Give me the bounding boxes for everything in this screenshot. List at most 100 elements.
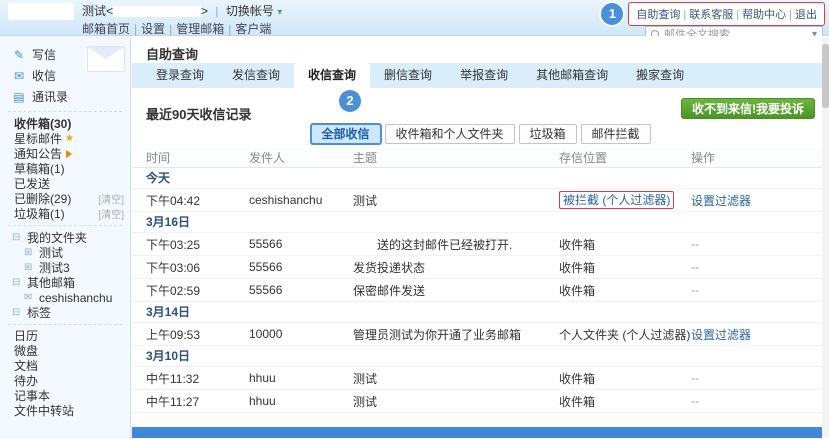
complaint-button[interactable]: 收不到来信!我要投诉 <box>681 98 815 119</box>
table-row[interactable]: 下午03:25 55566 送的这封邮件已经被打开. 收件箱 -- <box>132 233 822 256</box>
received-mail-table: 时间 发件人 主题 存信位置 操作 今天 下午04:42 ceshishanch… <box>132 148 822 425</box>
sidebar-item-folder-test3[interactable]: ⊞ 测试3 <box>0 260 130 275</box>
filter-blocked[interactable]: 邮件拦截 <box>581 124 651 144</box>
folder-tree: ⊟ 我的文件夹 ⊞ 测试 ⊞ 测试3 ⊟ 其他邮箱 ✉ ceshishanchu… <box>0 230 130 320</box>
table-row[interactable]: 下午02:59 55566 保密邮件发送 收件箱 -- <box>132 279 822 302</box>
sidebar-item-drafts[interactable]: 草稿箱(1) <box>0 161 130 176</box>
chevron-down-icon[interactable]: ▾ <box>277 7 282 18</box>
switch-account-link[interactable]: 切换帐号 <box>226 4 274 18</box>
row-subject: 测试 <box>353 370 559 387</box>
tab-other-mailbox-query[interactable]: 其他邮箱查询 <box>522 63 622 88</box>
contact-support-link[interactable]: 联系客服 <box>689 9 733 21</box>
row-time: 上午09:53 <box>146 326 249 343</box>
table-row[interactable]: 下午03:06 55566 发货投递状态 收件箱 -- <box>132 256 822 279</box>
tab-report-query[interactable]: 举报查询 <box>446 63 522 88</box>
row-location: 个人文件夹 (个人过滤器) <box>559 326 691 343</box>
filter-button-group: 全部收信 收件箱和个人文件夹 垃圾箱 邮件拦截 <box>310 124 650 144</box>
table-row[interactable]: 中午11:27 hhuu 测试 收件箱 -- <box>132 390 822 413</box>
row-sender: hhuu <box>249 371 353 385</box>
sidebar-item-other-mailboxes[interactable]: ⊟ 其他邮箱 <box>0 275 130 290</box>
row-operation: -- <box>691 283 699 297</box>
nav-mail-home[interactable]: 邮箱首页 <box>82 22 130 36</box>
announcement-horn-icon <box>66 150 72 158</box>
row-location-blocked-link[interactable]: 被拦截 (个人过滤器) <box>559 191 674 209</box>
inbox-envelope-icon: ✉ <box>12 69 26 83</box>
set-filter-link[interactable]: 设置过滤器 <box>691 194 751 208</box>
row-time: 下午03:06 <box>146 259 249 276</box>
tab-login-query[interactable]: 登录查询 <box>142 63 218 88</box>
empty-folder-link[interactable]: [清空] <box>98 191 124 206</box>
date-group-label: 3月14日 <box>146 305 190 319</box>
table-row[interactable]: 上午09:53 10000 管理员测试为你开通了业务邮箱 个人文件夹 (个人过滤… <box>132 323 822 346</box>
filter-junk[interactable]: 垃圾箱 <box>519 124 577 144</box>
sidebar-item-drive[interactable]: 微盘 <box>0 344 130 359</box>
row-subject: 发货投递状态 <box>353 259 559 276</box>
header-location: 存信位置 <box>559 149 691 166</box>
sidebar-item-other-account[interactable]: ✉ ceshishanchu <box>0 290 130 305</box>
divider <box>8 324 122 325</box>
row-time: 下午03:25 <box>146 236 249 253</box>
filter-all-received[interactable]: 全部收信 <box>310 124 380 144</box>
collapse-icon[interactable]: ⊟ <box>12 307 23 318</box>
sidebar-item-file-transfer[interactable]: 文件中转站 <box>0 404 130 419</box>
self-service-query-link[interactable]: 自助查询 <box>636 9 680 21</box>
page-title: 自助查询 <box>146 44 198 63</box>
scrollbar-thumb[interactable] <box>822 44 829 108</box>
sidebar-item-docs[interactable]: 文档 <box>0 359 130 374</box>
sidebar-item-inbox[interactable]: 收件箱(30) <box>0 116 130 131</box>
separator: | <box>169 22 172 36</box>
header-subject: 主题 <box>353 149 559 166</box>
tab-received-query[interactable]: 收信查询 <box>294 63 370 88</box>
row-subject: 送的这封邮件已经被打开. <box>377 238 512 252</box>
table-row[interactable]: 下午04:42 ceshishanchu 测试 被拦截 (个人过滤器) 设置过滤… <box>132 189 822 212</box>
tab-deleted-query[interactable]: 删信查询 <box>370 63 446 88</box>
collapse-icon[interactable]: ⊟ <box>12 277 23 288</box>
sidebar-item-deleted[interactable]: 已删除(29) [清空] <box>0 191 130 206</box>
expand-icon[interactable]: ⊞ <box>24 247 35 258</box>
row-location: 收件箱 <box>559 370 691 387</box>
expand-icon[interactable]: ⊞ <box>24 262 35 273</box>
sidebar-item-notes[interactable]: 记事本 <box>0 389 130 404</box>
compose-button[interactable]: ✎ 写信 <box>0 44 130 65</box>
contacts-button[interactable]: ▤ 通讯录 <box>0 86 130 107</box>
nav-settings[interactable]: 设置 <box>141 22 165 36</box>
header-sender: 发件人 <box>249 149 353 166</box>
main-content: 自助查询 登录查询 发信查询 收信查询 删信查询 举报查询 其他邮箱查询 搬家查… <box>132 36 829 439</box>
account-suffix: > <box>201 4 208 18</box>
receive-mail-button[interactable]: ✉ 收信 <box>0 65 130 86</box>
app-list: 日历 微盘 文档 待办 记事本 文件中转站 <box>0 329 130 419</box>
sidebar-item-junk[interactable]: 垃圾箱(1) [清空] <box>0 206 130 221</box>
empty-folder-link[interactable]: [清空] <box>98 206 124 221</box>
sidebar-item-starred[interactable]: 星标邮件 ★ <box>0 131 130 146</box>
set-filter-link[interactable]: 设置过滤器 <box>691 328 751 342</box>
sidebar-item-todo[interactable]: 待办 <box>0 374 130 389</box>
row-subject: 保密邮件发送 <box>353 282 559 299</box>
collapse-icon[interactable]: ⊟ <box>12 232 23 243</box>
filter-inbox-and-personal[interactable]: 收件箱和个人文件夹 <box>384 124 514 144</box>
vertical-scrollbar[interactable] <box>822 38 829 437</box>
nav-client[interactable]: 客户端 <box>235 22 271 36</box>
row-sender: 55566 <box>249 237 353 251</box>
separator: | <box>736 9 739 21</box>
table-row[interactable]: 中午11:32 hhuu 测试 收件箱 -- <box>132 367 822 390</box>
row-subject: 管理员测试为你开通了业务邮箱 <box>353 326 559 343</box>
compose-label: 写信 <box>32 46 56 63</box>
separator: | <box>134 22 137 36</box>
tab-migration-query[interactable]: 搬家查询 <box>622 63 698 88</box>
sidebar-item-sent[interactable]: 已发送 <box>0 176 130 191</box>
nav-manage-mail[interactable]: 管理邮箱 <box>176 22 224 36</box>
page: 测试<> | 切换帐号 ▾ 邮箱首页|设置|管理邮箱|客户端 1 自助查询|联系… <box>0 0 829 439</box>
contacts-label: 通讯录 <box>32 88 68 105</box>
sidebar-item-my-folders[interactable]: ⊟ 我的文件夹 <box>0 230 130 245</box>
logout-link[interactable]: 退出 <box>795 9 817 21</box>
sidebar-item-tags[interactable]: ⊟ 标签 <box>0 305 130 320</box>
section-title: 最近90天收信记录 <box>146 104 251 123</box>
tab-sent-query[interactable]: 发信查询 <box>218 63 294 88</box>
sidebar-item-calendar[interactable]: 日历 <box>0 329 130 344</box>
table-header-row: 时间 发件人 主题 存信位置 操作 <box>132 148 822 168</box>
sidebar-item-folder-test[interactable]: ⊞ 测试 <box>0 245 130 260</box>
help-center-link[interactable]: 帮助中心 <box>742 9 786 21</box>
sidebar-item-announcements[interactable]: 通知公告 <box>0 146 130 161</box>
date-group-row: 3月10日 <box>132 346 822 367</box>
row-time: 下午02:59 <box>146 282 249 299</box>
